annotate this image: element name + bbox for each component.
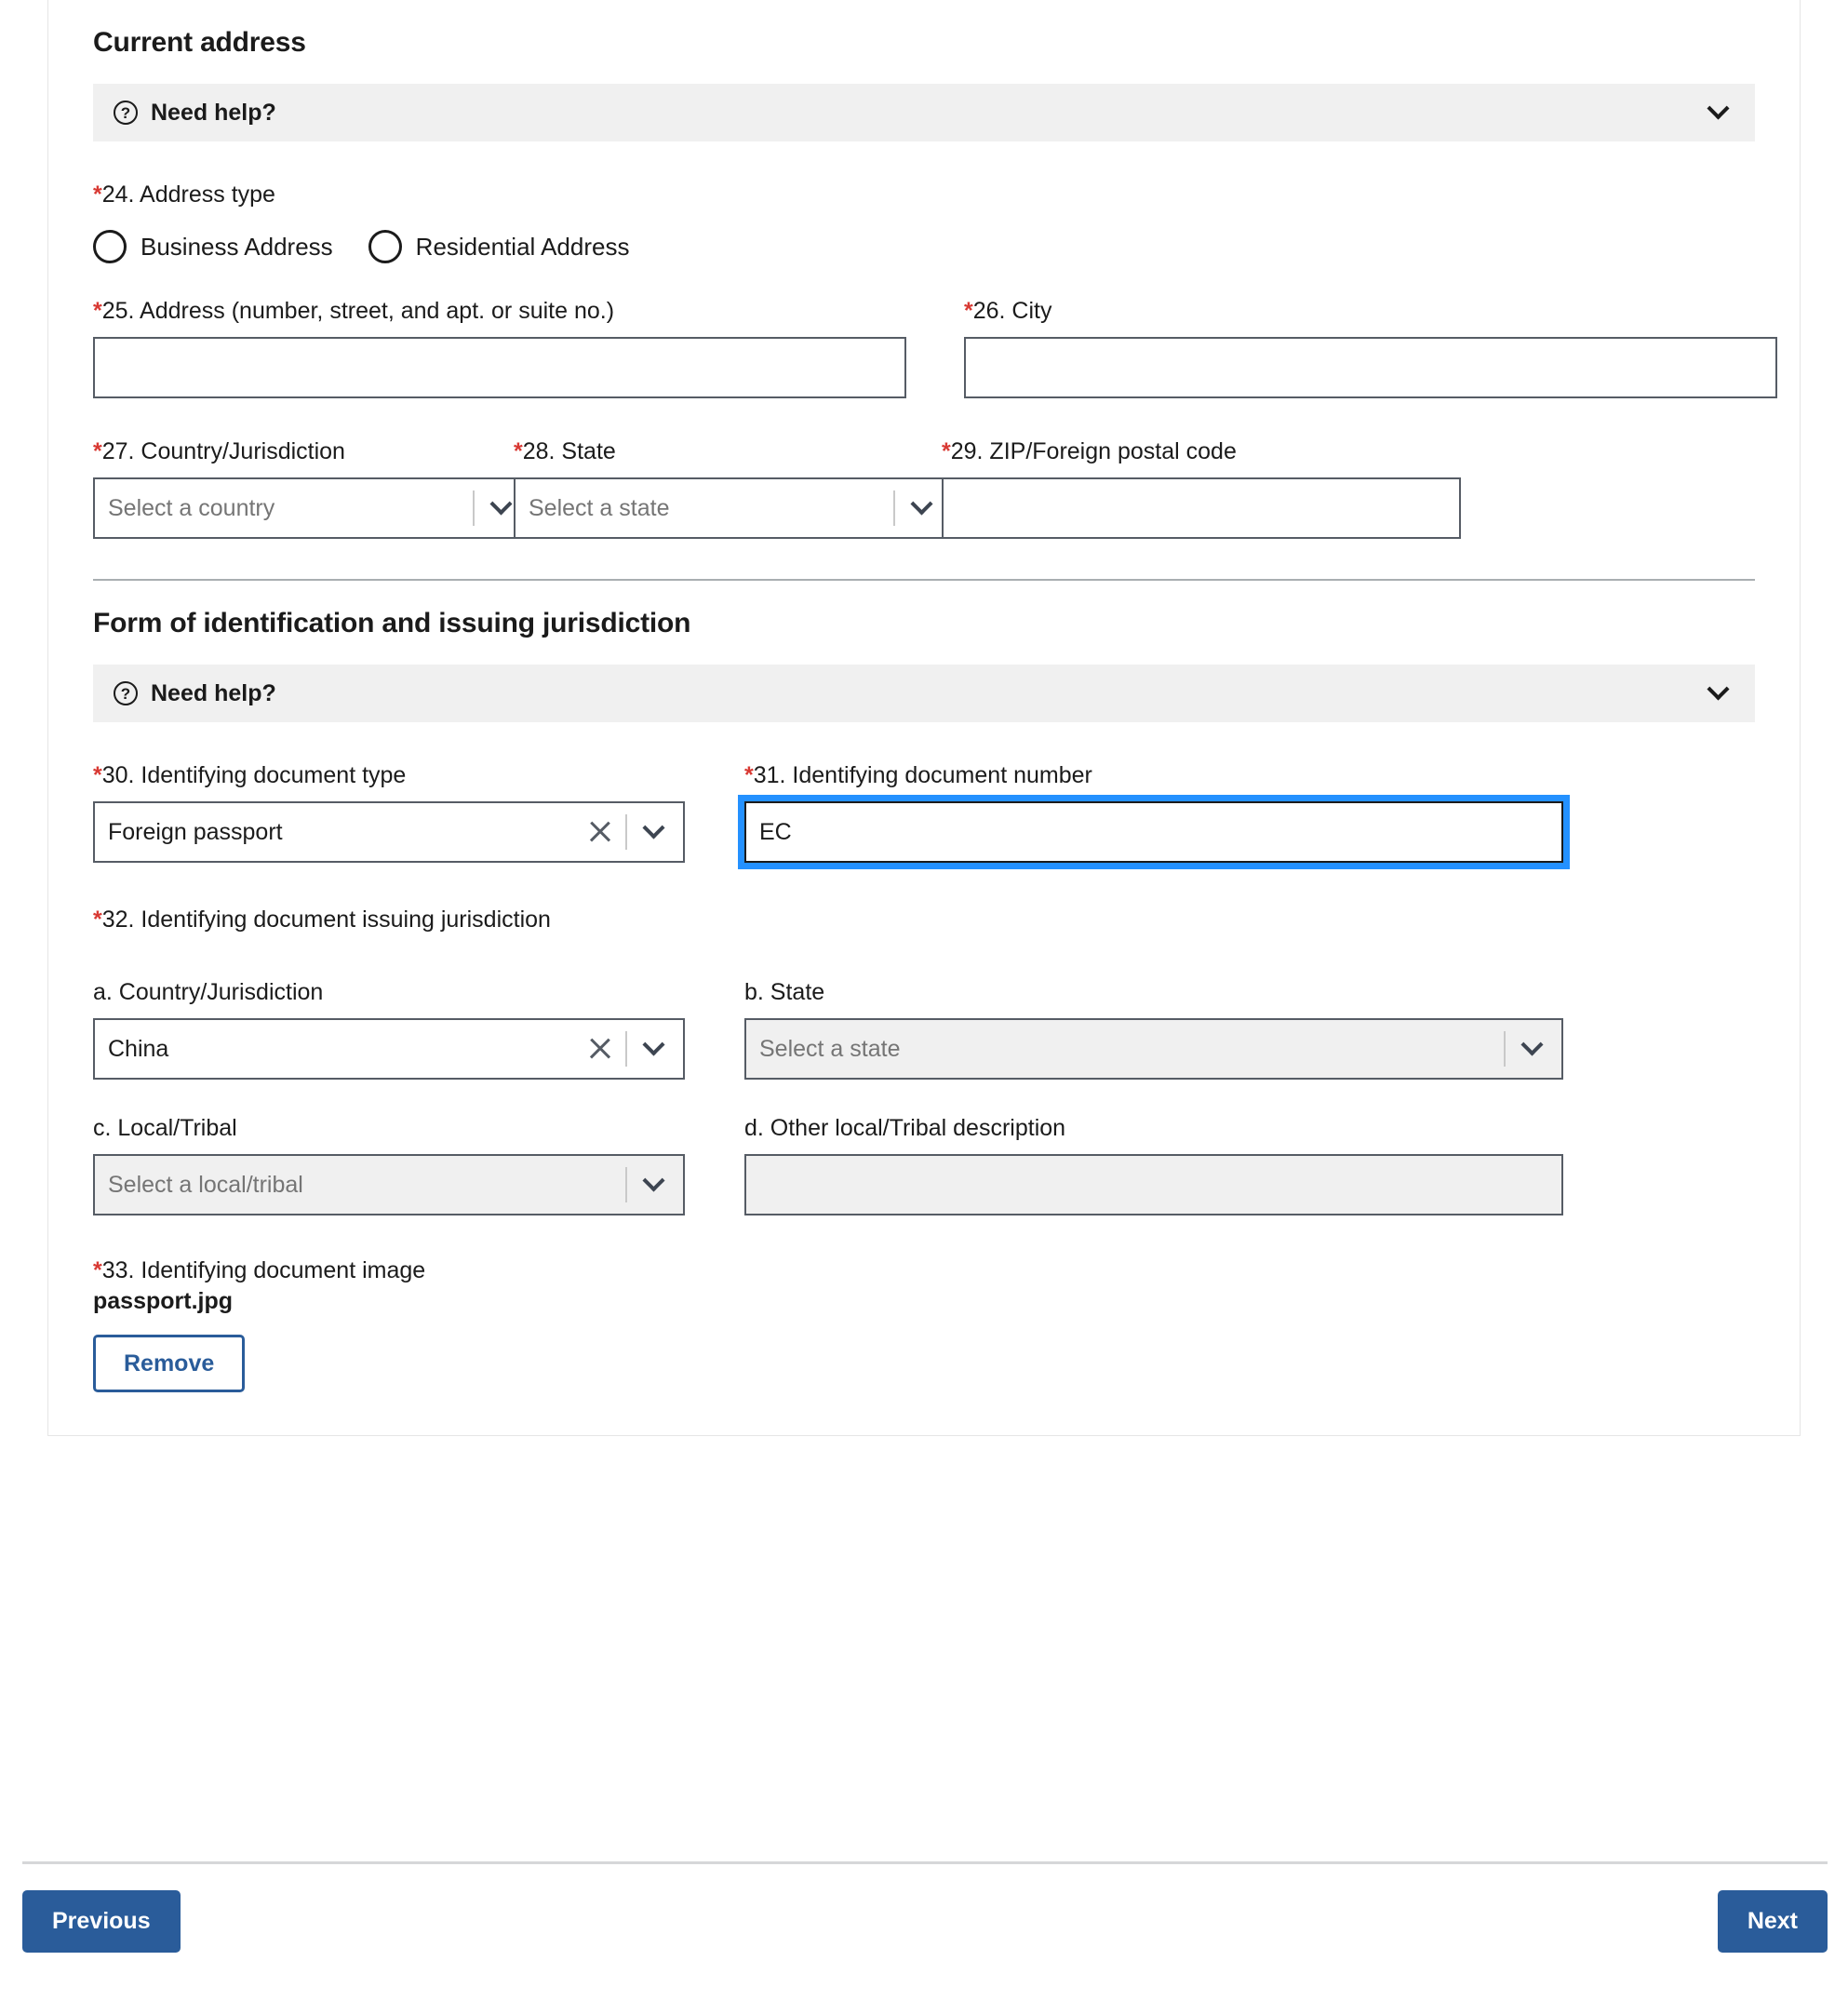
required-asterisk: * (93, 298, 102, 324)
jurisdiction-country-value: China (108, 1036, 584, 1063)
radio-circle-residential[interactable] (368, 230, 402, 263)
select-divider (625, 1031, 627, 1067)
doc-image-label-text: 33. Identifying document image (102, 1257, 425, 1283)
address-type-label: *24. Address type (93, 181, 275, 208)
required-asterisk: * (93, 438, 102, 464)
zip-input[interactable] (942, 477, 1461, 539)
required-asterisk: * (93, 1257, 102, 1283)
address-type-label-text: 24. Address type (102, 181, 275, 208)
zip-label: *29. ZIP/Foreign postal code (942, 437, 1461, 465)
chevron-down-icon[interactable] (478, 479, 530, 537)
city-input[interactable] (964, 337, 1777, 398)
close-icon[interactable] (584, 816, 616, 848)
close-icon[interactable] (584, 1033, 616, 1065)
jurisdiction-other-desc-input[interactable] (744, 1154, 1563, 1215)
remove-file-button[interactable]: Remove (93, 1335, 245, 1392)
doc-type-label-text: 30. Identifying document type (102, 762, 407, 788)
doc-type-number-row: *30. Identifying document type Foreign p… (93, 761, 1755, 863)
issuing-jurisdiction-label: *32. Identifying document issuing jurisd… (93, 906, 551, 933)
identification-title: Form of identification and issuing juris… (93, 608, 1774, 639)
required-asterisk: * (93, 762, 102, 788)
jurisdiction-state-placeholder: Select a state (759, 1036, 1500, 1063)
need-help-label: Need help? (151, 100, 276, 127)
required-asterisk: * (964, 298, 973, 324)
issuing-jurisdiction-label-row: *32. Identifying document issuing jurisd… (93, 906, 1755, 946)
radio-business-address-label: Business Address (141, 233, 333, 262)
footer-divider (22, 1861, 1828, 1864)
state-select[interactable]: Select a state (514, 477, 953, 539)
need-help-label: Need help? (151, 680, 276, 707)
required-asterisk: * (514, 438, 523, 464)
chevron-down-icon[interactable] (899, 479, 951, 537)
jurisdiction-local-other-row: c. Local/Tribal Select a local/tribal d.… (93, 1114, 1755, 1215)
select-divider (473, 490, 475, 526)
state-select-placeholder: Select a state (529, 495, 890, 522)
doc-image-label: *33. Identifying document image (93, 1256, 425, 1284)
address-type-radio-group: Business Address Residential Address (93, 230, 1755, 263)
radio-residential-address-label: Residential Address (416, 233, 630, 262)
doc-type-value: Foreign passport (108, 819, 584, 846)
need-help-accordion-address[interactable]: ? Need help? (93, 84, 1755, 141)
required-asterisk: * (93, 181, 102, 208)
radio-residential-address[interactable]: Residential Address (368, 230, 630, 263)
country-select-placeholder: Select a country (108, 495, 469, 522)
jurisdiction-country-label: a. Country/Jurisdiction (93, 978, 685, 1006)
question-circle-icon: ? (114, 681, 138, 705)
select-divider (1504, 1031, 1506, 1067)
required-asterisk: * (942, 438, 951, 464)
jurisdiction-country-select[interactable]: China (93, 1018, 685, 1080)
jurisdiction-state-label: b. State (744, 978, 1563, 1006)
doc-number-input[interactable]: EC (744, 801, 1563, 863)
jurisdiction-local-tribal-label: c. Local/Tribal (93, 1114, 685, 1142)
city-label: *26. City (964, 297, 1777, 325)
question-circle-icon: ? (114, 101, 138, 125)
issuing-jurisdiction-label-text: 32. Identifying document issuing jurisdi… (102, 906, 551, 933)
jurisdiction-country-state-row: a. Country/Jurisdiction China b. State S… (93, 978, 1755, 1080)
radio-business-address[interactable]: Business Address (93, 230, 333, 263)
doc-number-label-text: 31. Identifying document number (754, 762, 1092, 788)
select-divider (625, 814, 627, 850)
address-city-row: *25. Address (number, street, and apt. o… (93, 297, 1755, 398)
country-select[interactable]: Select a country (93, 477, 532, 539)
chevron-down-icon[interactable] (631, 1020, 683, 1078)
need-help-accordion-identification[interactable]: ? Need help? (93, 665, 1755, 722)
doc-image-label-row: *33. Identifying document image (93, 1256, 1755, 1284)
chevron-down-icon[interactable] (1707, 99, 1734, 127)
required-asterisk: * (93, 906, 102, 933)
required-asterisk: * (744, 762, 754, 788)
state-label-text: 28. State (523, 438, 616, 464)
uploaded-filename: passport.jpg (93, 1288, 1774, 1315)
zip-label-text: 29. ZIP/Foreign postal code (951, 438, 1237, 464)
street-address-label: *25. Address (number, street, and apt. o… (93, 297, 906, 325)
chevron-down-icon[interactable] (631, 803, 683, 861)
next-button[interactable]: Next (1718, 1890, 1828, 1953)
previous-button[interactable]: Previous (22, 1890, 181, 1953)
street-address-label-text: 25. Address (number, street, and apt. or… (102, 298, 614, 324)
doc-number-label: *31. Identifying document number (744, 761, 1563, 789)
form-card: Current address ? Need help? *24. Addres… (47, 0, 1801, 1436)
doc-type-label: *30. Identifying document type (93, 761, 685, 789)
select-divider (625, 1167, 627, 1202)
chevron-down-icon[interactable] (1707, 679, 1734, 707)
select-divider (893, 490, 895, 526)
jurisdiction-other-desc-label: d. Other local/Tribal description (744, 1114, 1563, 1142)
doc-type-select[interactable]: Foreign passport (93, 801, 685, 863)
chevron-down-icon[interactable] (1509, 1020, 1561, 1078)
jurisdiction-local-tribal-select[interactable]: Select a local/tribal (93, 1154, 685, 1215)
country-state-zip-row: *27. Country/Jurisdiction Select a count… (93, 437, 1755, 539)
street-address-input[interactable] (93, 337, 906, 398)
jurisdiction-state-select[interactable]: Select a state (744, 1018, 1563, 1080)
country-label-text: 27. Country/Jurisdiction (102, 438, 345, 464)
radio-circle-business[interactable] (93, 230, 127, 263)
section-divider (93, 579, 1755, 581)
city-label-text: 26. City (973, 298, 1052, 324)
jurisdiction-local-tribal-placeholder: Select a local/tribal (108, 1172, 622, 1199)
chevron-down-icon[interactable] (631, 1156, 683, 1214)
address-type-label-row: *24. Address type (93, 181, 1755, 221)
current-address-title: Current address (93, 27, 1774, 59)
